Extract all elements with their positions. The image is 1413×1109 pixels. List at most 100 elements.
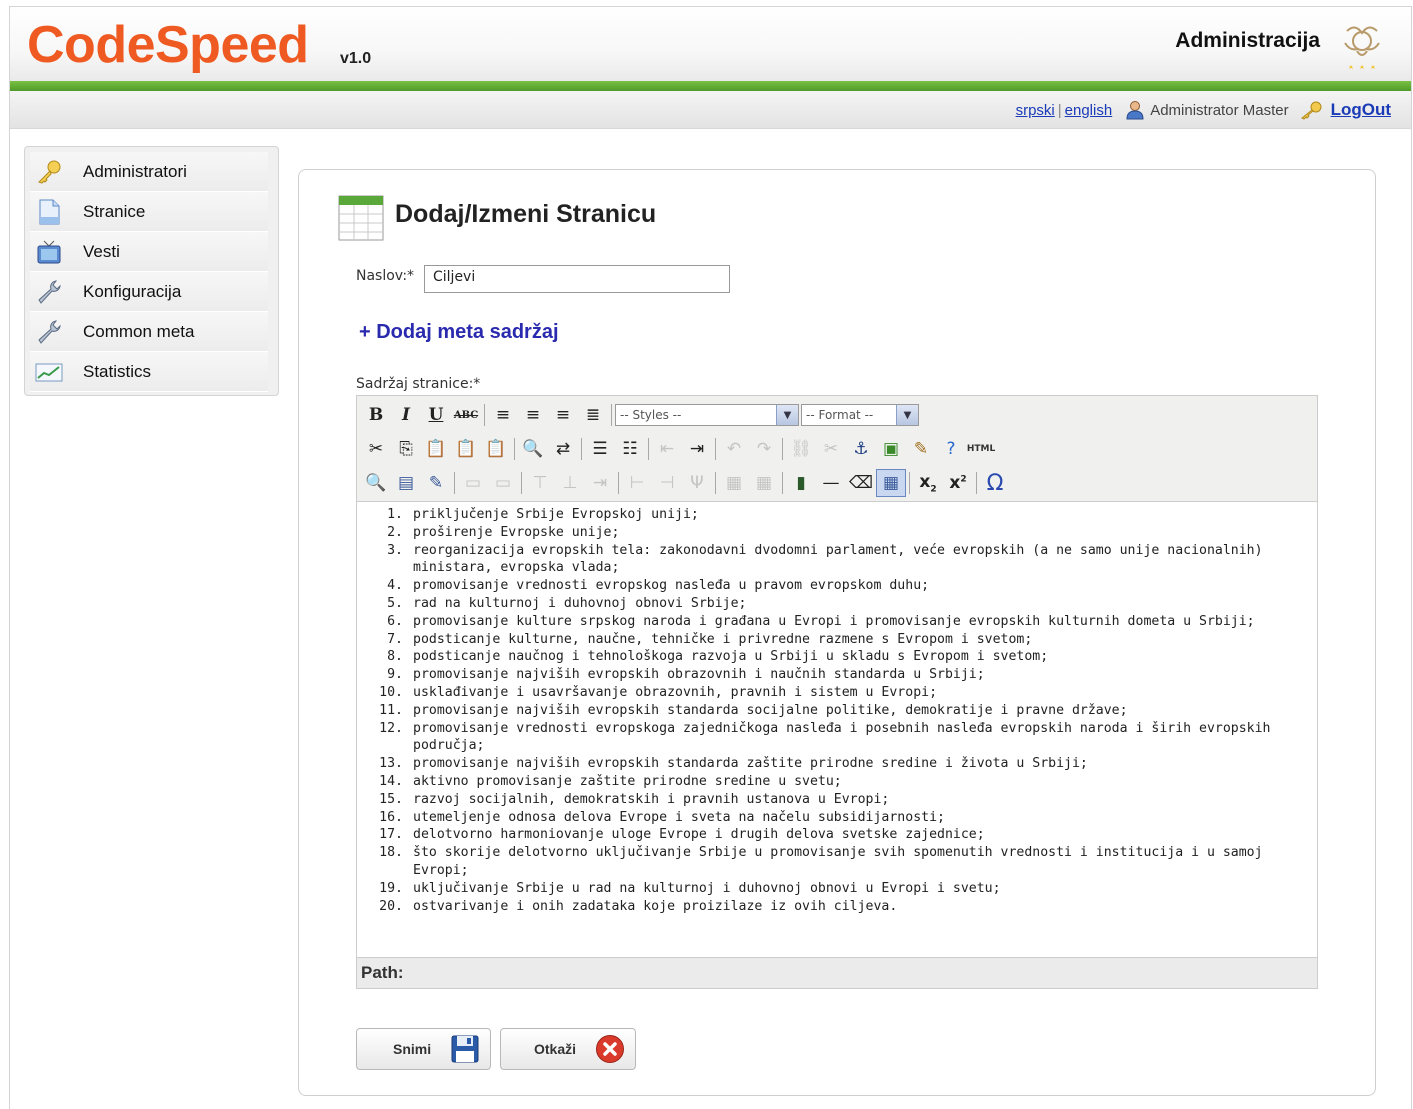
special-char-icon[interactable]: Ω (980, 469, 1010, 497)
user-icon (1126, 101, 1144, 120)
sidebar-item-stranice[interactable]: Stranice (30, 192, 268, 232)
logo[interactable]: CodeSpeed (27, 15, 309, 75)
goal-text: uključivanje Srbije u rad na kulturnoj i… (413, 880, 1001, 896)
sidebar-item-konfiguracija[interactable]: Konfiguracija (30, 272, 268, 312)
chart-icon (35, 358, 63, 386)
table-cell-props-icon[interactable]: ▭ (488, 469, 518, 497)
numbered-list-icon[interactable]: ☷ (615, 435, 645, 463)
copy-icon[interactable]: ⎘ (391, 435, 421, 463)
strikethrough-button[interactable]: ABC (451, 401, 481, 429)
editor-content-area[interactable]: 1. priključenje Srbije Evropskoj uniji; 2.… (357, 502, 1317, 958)
sidebar-item-administratori[interactable]: Administratori (30, 152, 268, 192)
preview-icon[interactable]: 🔍 (361, 469, 391, 497)
underline-button[interactable]: U (421, 401, 451, 429)
user-bar: srpski | english Administrator Master Lo… (10, 91, 1411, 129)
edit-css-icon[interactable]: ✎ (421, 469, 451, 497)
sidebar-item-statistics[interactable]: Statistics (30, 352, 268, 392)
anchor-icon[interactable]: ⚓ (846, 435, 876, 463)
add-meta-link[interactable]: + Dodaj meta sadržaj (359, 321, 559, 344)
goal-list-item: 6. promovisanje kulture srpskog naroda i … (357, 613, 1317, 631)
key-icon (35, 158, 63, 186)
merge-cells-icon[interactable]: ▦ (749, 469, 779, 497)
align-left-icon[interactable]: ≡ (488, 401, 518, 429)
goal-list-item: 18. što skorije delotvorno uključivanje S… (357, 844, 1317, 880)
goal-text: promovisanje najviših evropskih standard… (413, 702, 1128, 718)
delete-row-icon[interactable]: ⇥ (585, 469, 615, 497)
remove-format-icon[interactable]: ⌫ (846, 469, 876, 497)
align-justify-icon[interactable]: ≣ (578, 401, 608, 429)
insert-col-after-icon[interactable]: ⊣ (652, 469, 682, 497)
table-row-props-icon[interactable]: ▭ (458, 469, 488, 497)
goal-list-item: 10. usklađivanje i usavršavanje obrazovni… (357, 684, 1317, 702)
goal-list-item: 8. podsticanje naučnog i tehnološkoga raz… (357, 648, 1317, 666)
save-button[interactable]: Snimi (356, 1028, 491, 1070)
logout-link[interactable]: LogOut (1331, 100, 1391, 120)
lang-serbian-link[interactable]: srpski (1016, 102, 1055, 119)
help-icon[interactable]: ? (936, 435, 966, 463)
image-icon[interactable]: ▣ (876, 435, 906, 463)
lang-english-link[interactable]: english (1065, 102, 1113, 119)
paste-icon[interactable]: 📋 (421, 435, 451, 463)
italic-button[interactable]: I (391, 401, 421, 429)
delete-col-icon[interactable]: Ψ (682, 469, 712, 497)
indent-icon[interactable]: ⇥ (682, 435, 712, 463)
sidebar-item-label: Vesti (83, 241, 120, 261)
media-icon[interactable]: ▮ (786, 469, 816, 497)
format-select[interactable]: -- Format -- ▼ (801, 404, 919, 426)
bullet-list-icon[interactable]: ☰ (585, 435, 615, 463)
align-right-icon[interactable]: ≡ (548, 401, 578, 429)
version-label: v1.0 (340, 50, 372, 67)
toolbar-separator (909, 472, 910, 494)
replace-icon[interactable]: ⇄ (548, 435, 578, 463)
sidebar-item-vesti[interactable]: Vesti (30, 232, 268, 272)
toolbar-separator (618, 472, 619, 494)
sidebar-item-common-meta[interactable]: Common meta (30, 312, 268, 352)
undo-icon[interactable]: ↶ (719, 435, 749, 463)
superscript-icon[interactable]: x2 (943, 469, 973, 497)
goal-number: 12. (379, 720, 403, 736)
styles-select[interactable]: -- Styles -- ▼ (615, 404, 799, 426)
goal-text: promovisanje kulture srpskog naroda i gr… (413, 613, 1255, 629)
cleanup-icon[interactable]: ✎ (906, 435, 936, 463)
bold-button[interactable]: B (361, 401, 391, 429)
title-input[interactable]: Ciljevi (424, 265, 730, 293)
paste-text-icon[interactable]: 📋 (451, 435, 481, 463)
goal-number: 5. (387, 595, 403, 611)
horizontal-rule-icon[interactable]: — (816, 469, 846, 497)
goal-number: 9. (387, 667, 403, 683)
goal-number: 20. (379, 898, 403, 914)
emblem-icon (1344, 26, 1380, 69)
goal-text: promovisanje najviših evropskih standard… (413, 756, 1088, 772)
insert-col-before-icon[interactable]: ⊢ (622, 469, 652, 497)
floppy-disk-icon (451, 1035, 479, 1063)
insert-row-after-icon[interactable]: ⊥ (555, 469, 585, 497)
paste-word-icon[interactable]: 📋 (481, 435, 511, 463)
main-panel: Dodaj/Izmeni Stranicu Naslov:* Ciljevi +… (298, 169, 1376, 1096)
table-icon[interactable]: ▦ (876, 469, 906, 497)
chevron-down-icon: ▼ (896, 405, 918, 425)
unlink-icon[interactable]: ✂ (816, 435, 846, 463)
goal-number: 11. (379, 702, 403, 718)
align-center-icon[interactable]: ≡ (518, 401, 548, 429)
outdent-icon[interactable]: ⇤ (652, 435, 682, 463)
cancel-button[interactable]: Otkaži (500, 1028, 636, 1070)
link-icon[interactable]: ⛓ (786, 435, 816, 463)
page-title: Dodaj/Izmeni Stranicu (395, 200, 657, 228)
goal-text: promovisanje vrednosti evropskog nasleđa… (413, 578, 930, 594)
subscript-icon[interactable]: x2 (913, 469, 943, 497)
user-name: Administrator Master (1150, 101, 1289, 119)
cut-icon[interactable]: ✂ (361, 435, 391, 463)
toolbar-separator (648, 438, 649, 460)
toolbar-row-2: ✂ ⎘ 📋 📋 📋 🔍 ⇄ ☰ ☷ ⇤ ⇥ ↶ ↷ ⛓ ✂ ⚓ ▣ ✎ ? HT… (361, 432, 1313, 466)
toolbar-separator (715, 438, 716, 460)
split-cells-icon[interactable]: ▦ (719, 469, 749, 497)
goal-list-item: 13. promovisanje najviših evropskih stand… (357, 755, 1317, 773)
insert-row-before-icon[interactable]: ⊤ (525, 469, 555, 497)
html-source-icon[interactable]: HTML (966, 435, 996, 463)
redo-icon[interactable]: ↷ (749, 435, 779, 463)
goal-number: 19. (379, 880, 403, 896)
fullscreen-icon[interactable]: ▤ (391, 469, 421, 497)
find-icon[interactable]: 🔍 (518, 435, 548, 463)
wrench-icon (35, 278, 63, 306)
content-label: Sadržaj stranice:* (356, 376, 481, 392)
